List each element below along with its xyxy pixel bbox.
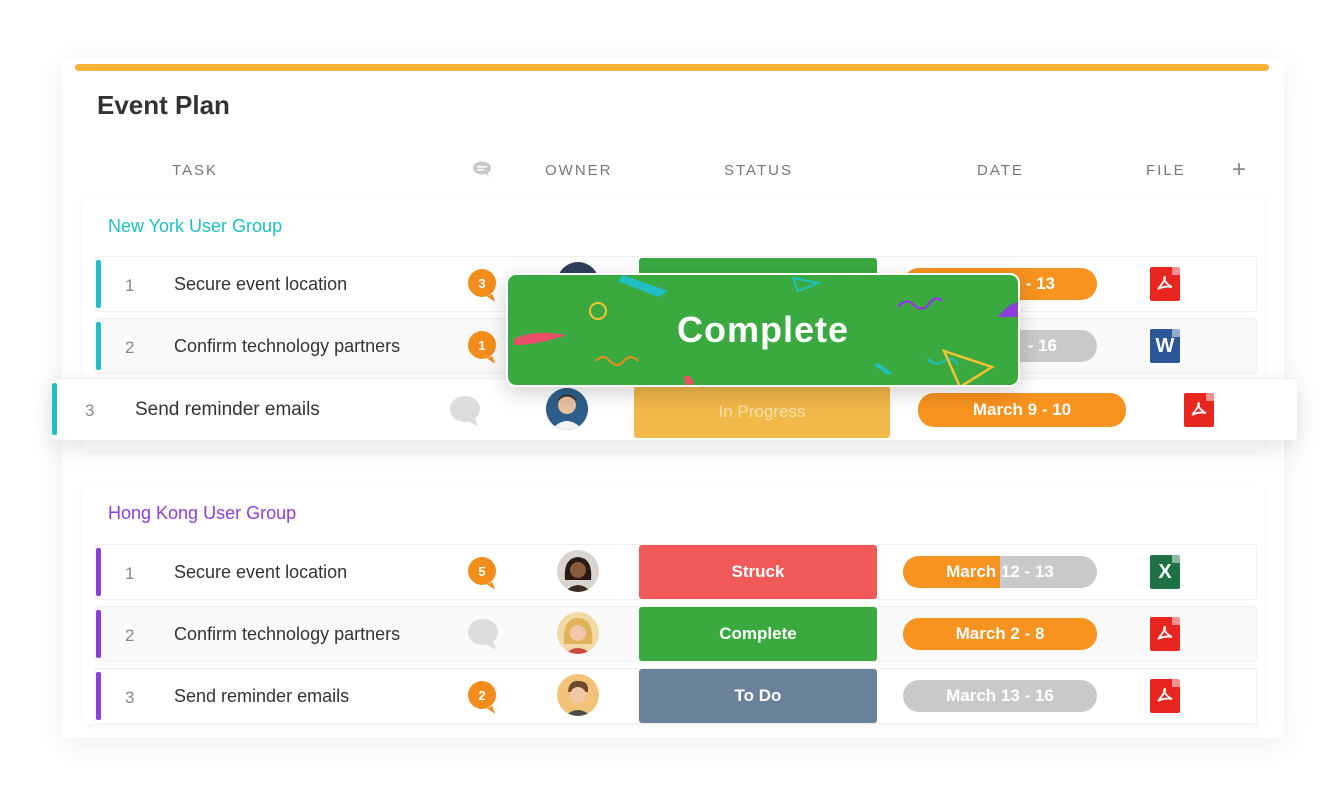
row-number: 3 — [85, 401, 95, 420]
comment-count-badge[interactable]: 2 — [468, 681, 496, 709]
pdf-file-icon[interactable] — [1150, 679, 1180, 713]
pdf-file-icon[interactable] — [1184, 393, 1214, 427]
task-name[interactable]: Secure event location — [174, 274, 347, 295]
column-header-date[interactable]: DATE — [977, 162, 1024, 179]
add-column-button[interactable]: + — [1232, 156, 1246, 184]
date-pill[interactable]: March 12 - 13 — [903, 556, 1097, 588]
comment-column-icon — [473, 161, 491, 177]
task-name[interactable]: Send reminder emails — [135, 399, 320, 421]
row-color-bar — [96, 672, 101, 720]
card-accent-bar — [75, 64, 1269, 71]
column-header-task[interactable]: TASK — [172, 162, 218, 179]
column-header-status[interactable]: STATUS — [724, 162, 793, 179]
row-color-bar — [96, 260, 101, 308]
comment-icon[interactable] — [468, 619, 498, 645]
pdf-file-icon[interactable] — [1150, 267, 1180, 301]
status-cell[interactable]: Struck — [639, 545, 877, 599]
page-title: Event Plan — [97, 90, 230, 120]
avatar[interactable] — [546, 388, 588, 430]
task-name[interactable]: Confirm technology partners — [174, 624, 400, 645]
task-name[interactable]: Confirm technology partners — [174, 336, 400, 357]
status-cell[interactable]: Complete — [639, 607, 877, 661]
row-number: 2 — [125, 338, 135, 357]
date-pill[interactable]: March 13 - 16 — [903, 680, 1097, 712]
row-number: 1 — [125, 564, 135, 583]
row-color-bar — [96, 322, 101, 370]
row-color-bar — [96, 548, 101, 596]
group-label-hong-kong[interactable]: Hong Kong User Group — [108, 503, 296, 524]
date-text: March 13 - 16 — [946, 686, 1054, 705]
comment-count-badge[interactable]: 5 — [468, 557, 496, 585]
excel-file-icon[interactable]: X — [1150, 555, 1180, 589]
status-cell[interactable]: To Do — [639, 669, 877, 723]
date-pill[interactable]: March 9 - 10 — [918, 393, 1126, 427]
pdf-file-icon[interactable] — [1150, 617, 1180, 651]
date-text: March 2 - 8 — [955, 624, 1045, 643]
group-label-new-york[interactable]: New York User Group — [108, 216, 282, 237]
status-cell[interactable]: In Progress — [634, 386, 890, 438]
task-name[interactable]: Send reminder emails — [174, 686, 349, 707]
avatar[interactable] — [557, 550, 599, 592]
column-header-file[interactable]: FILE — [1146, 162, 1186, 179]
comment-count-badge[interactable]: 3 — [468, 269, 496, 297]
status-popup-complete[interactable]: Complete — [506, 273, 1020, 387]
avatar[interactable] — [557, 674, 599, 716]
popup-label: Complete — [676, 309, 850, 350]
task-name[interactable]: Secure event location — [174, 562, 347, 583]
column-header-owner[interactable]: OWNER — [545, 162, 613, 179]
avatar[interactable] — [557, 612, 599, 654]
date-text: March 12 - 13 — [946, 562, 1054, 581]
row-number: 2 — [125, 626, 135, 645]
row-number: 1 — [125, 276, 135, 295]
date-pill[interactable]: March 2 - 8 — [903, 618, 1097, 650]
comment-icon[interactable] — [450, 396, 480, 422]
dragged-row[interactable]: 3 Send reminder emails In Progress March… — [52, 380, 1297, 440]
date-text: March 9 - 10 — [972, 400, 1072, 419]
row-color-bar — [96, 610, 101, 658]
row-color-bar — [52, 383, 57, 435]
row-number: 3 — [125, 688, 135, 707]
comment-count-badge[interactable]: 1 — [468, 331, 496, 359]
word-file-icon[interactable]: W — [1150, 329, 1180, 363]
